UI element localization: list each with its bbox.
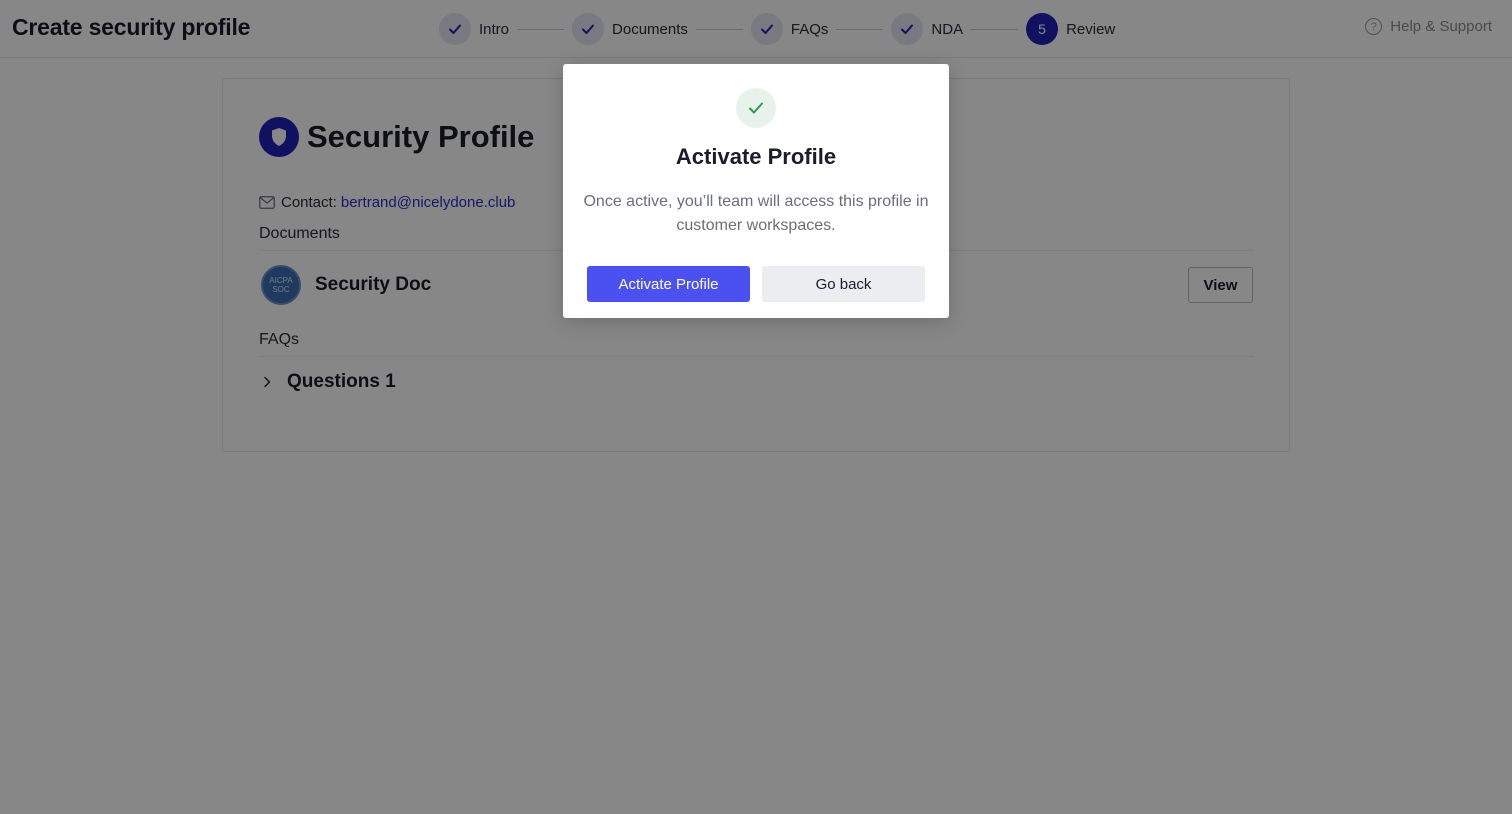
success-check-icon [736,88,776,128]
go-back-button[interactable]: Go back [762,266,925,302]
dialog-message: Once active, you’ll team will access thi… [583,193,929,234]
activate-profile-dialog: Activate Profile Once active, you’ll tea… [563,64,949,318]
dialog-title: Activate Profile [675,144,837,169]
activate-profile-button[interactable]: Activate Profile [587,266,750,302]
